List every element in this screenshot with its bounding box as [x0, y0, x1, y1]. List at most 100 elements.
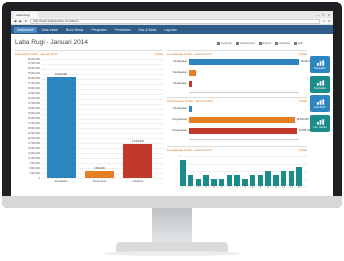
column-bar[interactable]	[249, 174, 256, 186]
gridline	[42, 68, 163, 70]
nav-item-penjualan[interactable]: Penjualan	[89, 27, 110, 33]
side-button-label: Pembelian	[313, 86, 327, 90]
bar-value-label: 17,000,000	[131, 140, 144, 144]
nav-item-dashboard[interactable]: Dashboard	[14, 26, 37, 33]
y-category-label: Pengeluaran	[172, 118, 187, 121]
monitor-chin	[2, 196, 342, 208]
window-controls: – □ ×	[317, 12, 330, 17]
main-chart: 0 2,500,000 5,000,000 7,500,000 10,000,000 12…	[15, 56, 163, 195]
x-tick-label: Pengeluaran	[92, 180, 107, 183]
bottom-right-chart: 1 2 3 4 5 6 7 8 9 10 11 12 13 14 15 16	[167, 152, 307, 195]
address-bar-row: ◀ ▶ ↻ http://www.zahiraonline.com/demo ☆…	[11, 18, 333, 25]
y-tick-label: 55,000,000	[28, 67, 40, 71]
nav-item-buku-besar[interactable]: Buku Besar	[63, 27, 87, 33]
y-tick-label: 40,000,000	[28, 97, 40, 101]
browser-tab[interactable]: Laba Rugi	[14, 11, 38, 18]
side-button-kas-bank[interactable]: Kas Bank	[310, 95, 330, 112]
tool-edit[interactable]: Edit	[293, 41, 303, 45]
monitor-shadow	[104, 251, 240, 256]
x-tick-label: Pendapatan	[54, 180, 68, 183]
column-bar[interactable]	[257, 174, 264, 186]
tool-export[interactable]: Export	[258, 41, 271, 45]
y-tick-label: 57,500,000	[28, 62, 40, 66]
column-bar[interactable]	[211, 178, 217, 186]
forward-icon[interactable]: ▶	[19, 19, 21, 23]
column-bar[interactable]	[187, 174, 194, 186]
page-title: Laba Rugi - Januari 2014	[15, 39, 88, 46]
y-tick-label: 10,000,000	[28, 156, 40, 160]
x-tick-label: 7	[228, 187, 230, 189]
hbar-0[interactable]	[189, 59, 299, 65]
tool-refresh[interactable]: Refresh	[275, 41, 290, 45]
gridline	[179, 156, 307, 157]
column-bar[interactable]	[226, 174, 233, 186]
side-button-penjualan[interactable]: Penjualan	[310, 56, 330, 73]
side-button-label: Kas Bank	[314, 106, 326, 109]
column-bar[interactable]	[195, 178, 202, 186]
mid-right-chart: Pendapatan Pengeluaran 48,000,000 Pengeluar…	[167, 103, 311, 145]
column-bar[interactable]	[288, 171, 295, 186]
bottom-right-panel: Pendapatan Grafik - Januari 2014 Detail 1…	[167, 146, 307, 194]
column-bar[interactable]	[242, 178, 248, 186]
hbar-0[interactable]	[189, 106, 192, 112]
y-tick-label: 37,500,000	[28, 102, 40, 106]
browser-titlebar: Laba Rugi – □ ×	[11, 11, 333, 18]
nav-item-pembelian[interactable]: Pembelian	[112, 27, 134, 33]
side-button-lap-harian[interactable]: Lap. Harian	[310, 114, 330, 132]
maximize-icon[interactable]: □	[322, 12, 324, 17]
y-tick-label: 25,000,000	[28, 126, 40, 130]
shortcut-icon	[316, 99, 324, 105]
column-bar[interactable]	[234, 174, 240, 186]
url-input[interactable]: http://www.zahiraonline.com/demo	[30, 18, 320, 24]
refresh-icon	[275, 41, 279, 45]
side-button-pembelian[interactable]: Pembelian	[310, 75, 330, 93]
back-icon[interactable]: ◀	[14, 19, 16, 23]
hbar-2[interactable]	[189, 128, 297, 134]
bar-laba-rugi[interactable]	[123, 144, 153, 178]
x-axis	[189, 92, 299, 93]
column-bar[interactable]	[280, 171, 287, 186]
x-tick-label: 4	[205, 187, 207, 189]
close-icon[interactable]: ×	[328, 12, 330, 17]
nav-item-data-induk[interactable]: Data Induk	[39, 27, 61, 33]
column-bar[interactable]	[273, 174, 279, 186]
main-nav: Dashboard Data Induk Buku Besar Penjualan Pe…	[11, 25, 333, 34]
tool-dashboard[interactable]: Dashboard	[235, 41, 255, 45]
y-tick-label: 60,000,000	[28, 57, 40, 61]
y-tick-label: 47,500,000	[28, 82, 40, 86]
gridline	[42, 178, 163, 179]
column-bar[interactable]	[218, 178, 225, 186]
bar-pengeluaran[interactable]	[84, 171, 115, 178]
x-tick-label: 1	[182, 187, 184, 189]
y-category-label: Pengeluaran	[172, 129, 187, 132]
star-icon[interactable]: ☆	[323, 19, 326, 23]
tab-title: Laba Rugi	[16, 12, 30, 17]
x-tick-label: 5	[213, 187, 215, 189]
x-tick-label: 12	[266, 187, 270, 189]
nav-item-laporan[interactable]: Laporan	[161, 27, 179, 33]
y-tick-label: 17,500,000	[28, 141, 40, 145]
settings-icon	[217, 41, 221, 45]
side-button-label: Penjualan	[314, 67, 326, 70]
y-category-label: Pendapatan	[173, 107, 187, 110]
column-bar[interactable]	[265, 171, 271, 186]
gridline	[42, 63, 163, 65]
tool-settings[interactable]: Settings	[217, 41, 232, 45]
tool-label: Edit	[297, 41, 303, 45]
menu-icon[interactable]: ≡	[328, 19, 330, 23]
column-bar[interactable]	[180, 159, 186, 186]
minimize-icon[interactable]: –	[317, 12, 319, 17]
top-right-panel: Pendapatan Grafik - Januari 2014 Detail P…	[167, 50, 313, 95]
nav-item-kas-bank[interactable]: Kas & Bank	[136, 27, 160, 33]
hbar-value-label: 48,000,000	[296, 118, 309, 121]
hbar-2[interactable]	[189, 81, 192, 87]
hbar-1[interactable]	[189, 70, 196, 76]
column-bar[interactable]	[203, 174, 209, 186]
x-axis	[189, 139, 299, 140]
column-bar[interactable]	[296, 167, 302, 186]
reload-icon[interactable]: ↻	[25, 19, 28, 23]
bar-pendapatan[interactable]	[46, 76, 76, 178]
hbar-1[interactable]	[189, 117, 295, 123]
y-tick-label: 27,500,000	[28, 121, 40, 125]
y-tick-label: 35,000,000	[28, 107, 40, 111]
